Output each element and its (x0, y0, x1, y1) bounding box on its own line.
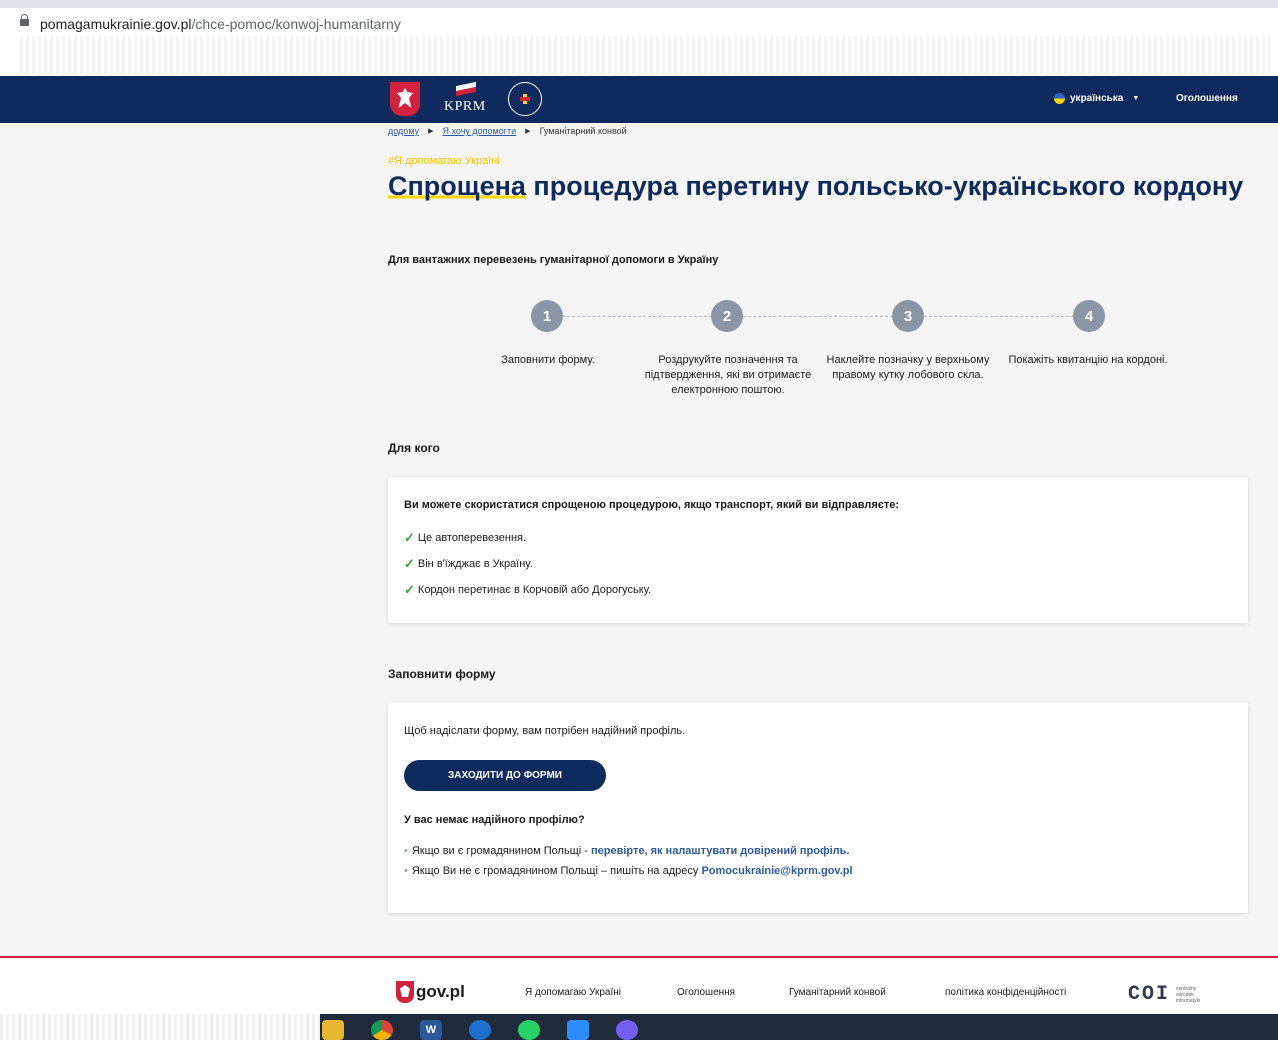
bullet-icon: • (404, 845, 408, 857)
page-title: Спрощена процедура перетину польсько-укр… (388, 170, 1248, 202)
pomagamy-ukrainie-logo[interactable] (508, 82, 542, 116)
form-card: Щоб надіслати форму, вам потрібен надійн… (388, 703, 1248, 913)
step-text-4: Покажіть квитанцію на кордоні. (1008, 354, 1168, 366)
step-number-3: 3 (892, 300, 924, 332)
emblem-icon (396, 981, 414, 1003)
breadcrumb-home[interactable]: додому (388, 126, 419, 136)
no-profile-question: У вас немає надійного профілю? (404, 814, 585, 826)
footer-link-announcements[interactable]: Оголошення (677, 987, 735, 998)
email-link[interactable]: Pomocukrainie@kprm.gov.pl (701, 865, 852, 877)
language-selector[interactable]: українська ▼ (1054, 93, 1139, 104)
title-rest: процедура перетину польсько-українського… (525, 171, 1244, 201)
viber-icon[interactable] (616, 1020, 638, 1040)
url-field[interactable]: pomagamukrainie.gov.pl/chce-pomoc/konwoj… (40, 16, 401, 32)
bullet-icon: • (404, 865, 408, 877)
eagle-icon (397, 88, 413, 108)
breadcrumb-i-want-to-help[interactable]: Я хочу допомогти (443, 126, 517, 136)
checkmark-icon: ✓ (404, 582, 415, 597)
form-note: Щоб надіслати форму, вам потрібен надійн… (404, 725, 686, 737)
kprm-logo[interactable]: KPRM (444, 81, 488, 118)
checkmark-icon: ✓ (404, 556, 415, 571)
coi-logo[interactable]: COI centralny ośrodek informatyki (1128, 983, 1200, 1006)
footer-link-humanitarian-convoy[interactable]: Гуманітарний конвой (789, 987, 886, 998)
requirement-item: ✓ Кордон перетинає в Корчовій або Дорогус… (404, 582, 652, 597)
lock-icon[interactable] (20, 14, 29, 26)
footer-link-i-help-ukraine[interactable]: Я допомагаю Україні (525, 987, 621, 998)
blurred-bookmarks-bar (20, 36, 1270, 74)
for-whom-heading: Для кого (388, 441, 440, 455)
tab-strip-edge (0, 0, 1278, 8)
breadcrumb-current: Гуманітарний конвой (539, 126, 627, 136)
title-highlight: Спрощена (388, 171, 526, 201)
nav-announcements[interactable]: Оголошення (1176, 93, 1238, 104)
ukraine-flag-icon (1054, 93, 1065, 104)
word-icon[interactable]: W (420, 1020, 442, 1040)
polish-flag-icon (456, 81, 476, 97)
step-text-3: Наклейте позначку у верхньому правому ку… (826, 354, 990, 381)
blurred-taskbar-region (0, 1014, 320, 1040)
for-whom-card: Ви можете скористатися спрощеною процеду… (388, 477, 1248, 623)
cross-icon (520, 94, 530, 104)
form-heading: Заповнити форму (388, 667, 496, 681)
breadcrumb: додому ▶ Я хочу допомогти ▶ Гуманітарний… (388, 126, 627, 136)
trusted-profile-link[interactable]: перевірте, як налаштувати довірений проф… (591, 845, 850, 857)
step-connector (562, 316, 712, 317)
step-connector (743, 316, 893, 317)
thunderbird-icon[interactable] (469, 1020, 491, 1040)
for-whom-lead: Ви можете скористатися спрощеною процеду… (404, 499, 900, 511)
zoom-icon[interactable] (567, 1020, 589, 1040)
step-text-1: Заповнити форму. (501, 354, 595, 366)
list-item: • Якщо Ви не є громадянином Польщі – пиші… (404, 865, 853, 877)
step-text-2: Роздрукуйте позначення та підтвердження,… (644, 354, 812, 396)
caret-down-icon: ▼ (1132, 95, 1140, 102)
whatsapp-icon[interactable] (518, 1020, 540, 1040)
step-number-1: 1 (531, 300, 563, 332)
step-number-2: 2 (711, 300, 743, 332)
os-taskbar (0, 1014, 1278, 1040)
polish-emblem-logo[interactable] (390, 82, 420, 116)
chrome-icon[interactable] (371, 1020, 393, 1040)
step-number-4: 4 (1073, 300, 1105, 332)
folder-icon[interactable] (322, 1020, 344, 1040)
checkmark-icon: ✓ (404, 530, 415, 545)
requirement-item: ✓ Це автоперевезення. (404, 530, 527, 545)
hashtag-label: #Я допомагаю Україні (388, 155, 500, 167)
chevron-right-icon: ▶ (428, 128, 434, 135)
gov-pl-logo[interactable]: gov.pl (396, 981, 465, 1003)
page-subtitle: Для вантажних перевезень гуманітарної до… (388, 254, 719, 266)
footer-link-privacy-policy[interactable]: політика конфіденційності (945, 987, 1066, 998)
requirement-item: ✓ Він в'їжджає в Україну. (404, 556, 533, 571)
go-to-form-button[interactable]: ЗАХОДИТИ ДО ФОРМИ (404, 760, 606, 791)
site-footer (0, 956, 1278, 1016)
step-connector (924, 316, 1074, 317)
list-item: • Якщо ви є громадянином Польщі - перевір… (404, 845, 850, 857)
chevron-right-icon: ▶ (525, 128, 531, 135)
browser-address-bar: pomagamukrainie.gov.pl/chce-pomoc/konwoj… (0, 0, 1278, 76)
